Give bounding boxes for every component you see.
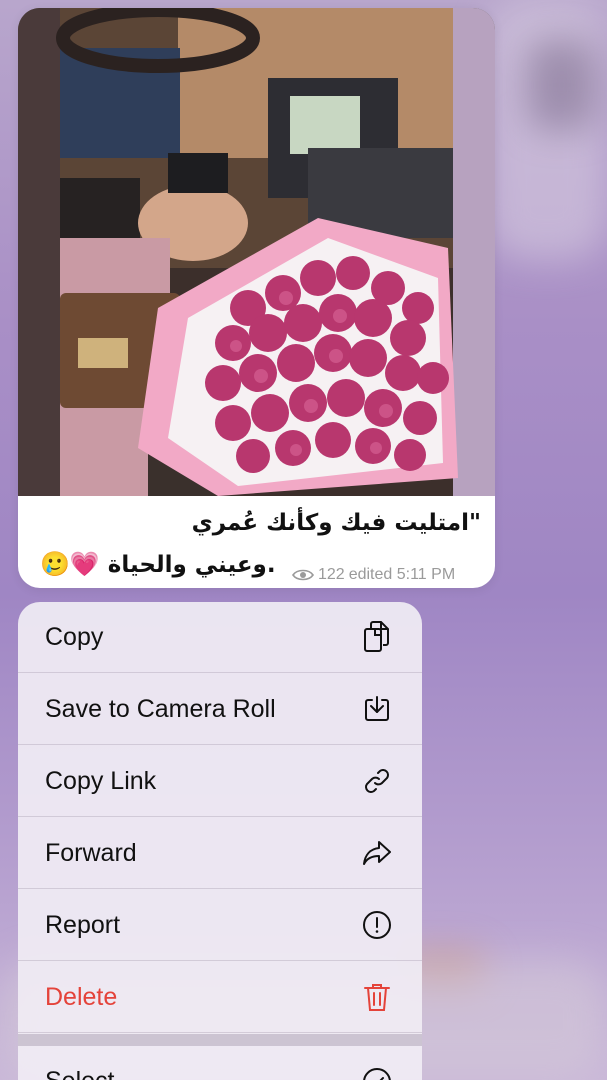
menu-item-label: Forward — [45, 838, 137, 867]
checkmark-circle-icon — [360, 1065, 394, 1080]
context-menu: Copy Save to Camera Roll Copy Link Forwa… — [18, 602, 422, 1080]
caption-line-1: "امتليت فيك وكأنك عُمري — [191, 510, 481, 536]
copy-icon — [360, 620, 394, 654]
menu-item-copy-link[interactable]: Copy Link — [18, 746, 422, 817]
eye-icon — [292, 569, 314, 581]
caption-line-2-text: وعيني والحياة. — [107, 552, 276, 578]
trash-icon — [360, 980, 394, 1014]
download-icon — [360, 692, 394, 726]
menu-item-select[interactable]: Select — [18, 1046, 422, 1080]
edited-time: edited 5:11 PM — [348, 566, 456, 583]
menu-separator — [18, 1034, 422, 1046]
menu-item-label: Copy — [45, 622, 104, 651]
message-photo[interactable] — [18, 8, 495, 496]
caption-emojis: 🥲💗 — [40, 550, 100, 578]
menu-item-forward[interactable]: Forward — [18, 818, 422, 889]
menu-item-delete[interactable]: Delete — [18, 962, 422, 1033]
message-caption: "امتليت فيك وكأنك عُمري 🥲💗 وعيني والحياة… — [18, 504, 495, 588]
menu-item-label: Report — [45, 910, 121, 939]
backdrop-blur — [527, 40, 597, 130]
message-bubble[interactable]: "امتليت فيك وكأنك عُمري 🥲💗 وعيني والحياة… — [18, 8, 495, 588]
menu-item-copy[interactable]: Copy — [18, 602, 422, 673]
backdrop-blur — [487, 0, 607, 260]
message-meta: 122 edited 5:11 PM — [292, 566, 455, 584]
views-count: 122 — [318, 566, 345, 583]
exclamation-icon — [360, 908, 394, 942]
link-icon — [360, 764, 394, 798]
forward-icon — [360, 836, 394, 870]
menu-item-label: Delete — [45, 982, 118, 1011]
caption-line-2: 🥲💗 وعيني والحياة. — [40, 550, 276, 578]
menu-item-report[interactable]: Report — [18, 890, 422, 961]
menu-item-label: Copy Link — [45, 766, 157, 795]
menu-item-label: Save to Camera Roll — [45, 694, 276, 723]
menu-item-label: Select — [45, 1067, 114, 1080]
menu-item-save-to-camera-roll[interactable]: Save to Camera Roll — [18, 674, 422, 745]
